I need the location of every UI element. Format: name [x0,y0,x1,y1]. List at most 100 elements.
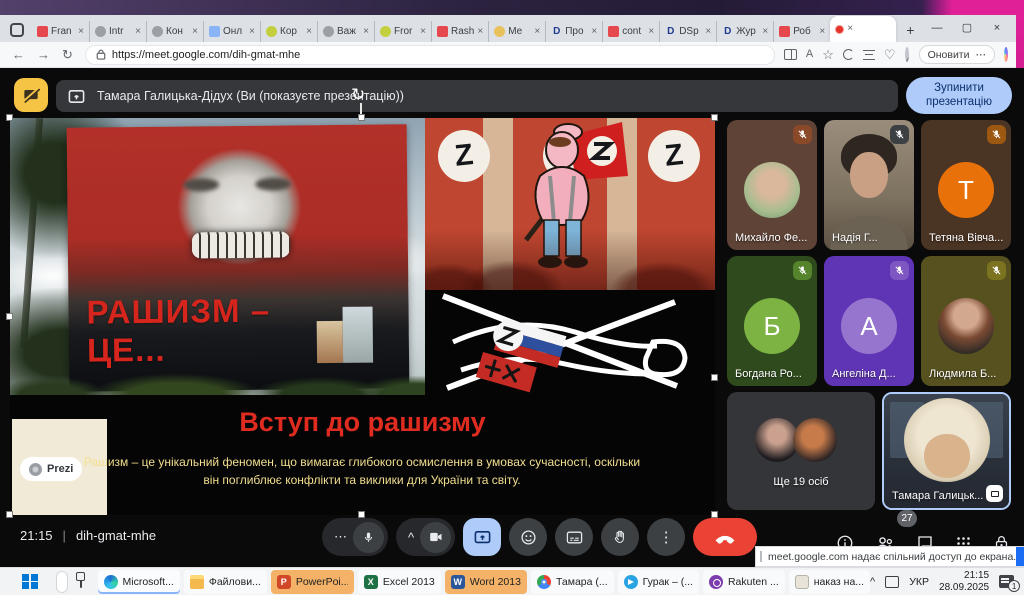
tray-chevron-icon[interactable]: ^ [870,576,875,588]
mic-control[interactable]: ⋯ [322,518,388,556]
participant-tile[interactable]: Михайло Фе... [727,120,817,250]
taskbar-app-file-explorer[interactable]: Файлови... [184,570,267,594]
taskbar-app-word[interactable]: WWord 2013 [445,570,527,594]
close-tab-icon[interactable]: × [192,27,198,37]
browser-tab[interactable]: Онл× [203,21,260,42]
taskbar-app-telegram[interactable]: Гурак – (... [618,570,699,594]
browser-tab[interactable]: Кор× [260,21,317,42]
resize-handle[interactable] [6,313,13,320]
back-button[interactable]: ← [12,48,25,61]
taskbar-search[interactable]: Пошук [56,571,68,593]
drag-handle-icon[interactable] [760,551,762,562]
ime-icon[interactable] [885,576,899,588]
participant-tile[interactable]: Б Богдана Ро... [727,256,817,386]
present-screen-button[interactable] [463,518,501,556]
refresh-button[interactable]: ↻ [62,48,73,61]
more-options-icon[interactable]: ⋯ [976,49,987,61]
resize-handle[interactable] [711,511,718,518]
tab-actions-icon[interactable] [10,23,24,37]
copilot-icon[interactable] [1004,47,1008,62]
browser-tab[interactable]: DDSp× [659,21,716,42]
close-tab-icon[interactable]: × [420,27,426,37]
update-button[interactable]: Оновити ⋯ [919,45,995,64]
close-tab-icon[interactable]: × [591,27,597,37]
audio-options-icon[interactable]: ⋯ [334,529,347,545]
browser-tab[interactable]: Кон× [146,21,203,42]
rotate-handle-icon[interactable]: ↻ [351,86,365,103]
forward-button[interactable]: → [37,48,50,61]
taskbar-clock[interactable]: 21:15 28.09.2025 [939,570,989,594]
participant-tile[interactable]: Людмила Б... [921,256,1011,386]
taskbar-app-excel[interactable]: XExcel 2013 [358,570,441,594]
participant-tile[interactable]: Т Тетяна Вівча... [921,120,1011,250]
stop-presenting-button[interactable]: Зупинити презентацію [906,77,1012,114]
taskbar-app-edge[interactable]: Microsoft... [98,570,180,594]
close-window-button[interactable]: × [982,15,1012,42]
close-tab-icon[interactable]: × [847,24,853,34]
browser-tab[interactable]: Роб× [773,21,830,42]
resize-handle[interactable] [358,511,365,518]
browser-tab[interactable]: Rash× [431,21,488,42]
favorites-star-icon[interactable]: ☆ [822,48,834,61]
resize-handle[interactable] [358,114,365,121]
profile-avatar[interactable] [905,47,909,62]
more-participants-tile[interactable]: Ще 19 осіб [727,392,875,510]
notification-center-icon[interactable]: 1 [999,575,1014,588]
browser-tab[interactable]: Важ× [317,21,374,42]
taskbar-app-chrome[interactable]: Тамара (... [531,570,614,594]
start-button[interactable] [22,574,38,590]
close-tab-icon[interactable]: × [78,27,84,37]
task-view-button[interactable] [80,575,82,588]
close-tab-icon[interactable]: × [249,27,255,37]
participant-tile[interactable]: Надія Г... [824,120,914,250]
maximize-button[interactable]: ▢ [952,15,982,42]
presentation-hidden-icon[interactable] [14,78,48,112]
close-tab-icon[interactable]: × [306,27,312,37]
camera-icon[interactable] [420,522,451,553]
browser-tab[interactable]: DЖур× [716,21,773,42]
collections-icon[interactable] [863,50,875,60]
close-tab-icon[interactable]: × [762,27,768,37]
close-tab-icon[interactable]: × [477,27,483,37]
more-options-button[interactable]: ⋮ [647,518,685,556]
self-view-tile[interactable]: Тамара Галицьк... [882,392,1011,510]
minimize-button[interactable]: — [922,15,952,42]
read-aloud-icon[interactable]: A [806,49,813,60]
camera-control[interactable]: ^ [396,518,455,556]
language-indicator[interactable]: УКР [909,576,929,588]
browser-tab[interactable]: Intr× [89,21,146,42]
close-tab-icon[interactable]: × [534,27,540,37]
browser-tab[interactable]: Ме× [488,21,545,42]
resize-handle[interactable] [6,511,13,518]
browser-tab-active-meet[interactable]: × [830,16,896,42]
extension-icon[interactable] [843,49,854,60]
new-tab-button[interactable]: + [906,22,914,38]
participant-tile[interactable]: А Ангеліна Д... [824,256,914,386]
video-options-icon[interactable]: ^ [408,530,414,545]
resize-handle[interactable] [711,114,718,121]
reactions-button[interactable] [509,518,547,556]
stop-sharing-button[interactable]: Припинити [1016,547,1024,566]
close-tab-icon[interactable]: × [819,27,825,37]
browser-tab[interactable]: DПро× [545,21,602,42]
address-bar[interactable]: https://meet.google.com/dih-gmat-mhe [85,45,775,65]
taskbar-app-powerpoint[interactable]: PPowerPoi... [271,570,354,594]
leave-call-button[interactable] [693,518,757,556]
picture-in-picture-icon[interactable] [986,485,1003,502]
browser-tab[interactable]: Fran× [32,21,89,42]
close-tab-icon[interactable]: × [135,27,141,37]
close-tab-icon[interactable]: × [648,27,654,37]
browser-essentials-icon[interactable]: ♡ [884,48,896,61]
taskbar-app-document[interactable]: наказ на... [789,570,870,594]
mic-icon[interactable] [353,522,384,553]
resize-handle[interactable] [6,114,13,121]
captions-button[interactable] [555,518,593,556]
taskbar-app-viber[interactable]: Rakuten ... [703,570,785,594]
resize-handle[interactable] [711,374,718,381]
browser-tab[interactable]: cont× [602,21,659,42]
close-tab-icon[interactable]: × [705,27,711,37]
raise-hand-button[interactable] [601,518,639,556]
split-screen-icon[interactable] [784,49,797,60]
close-tab-icon[interactable]: × [363,27,369,37]
browser-tab[interactable]: Fror× [374,21,431,42]
